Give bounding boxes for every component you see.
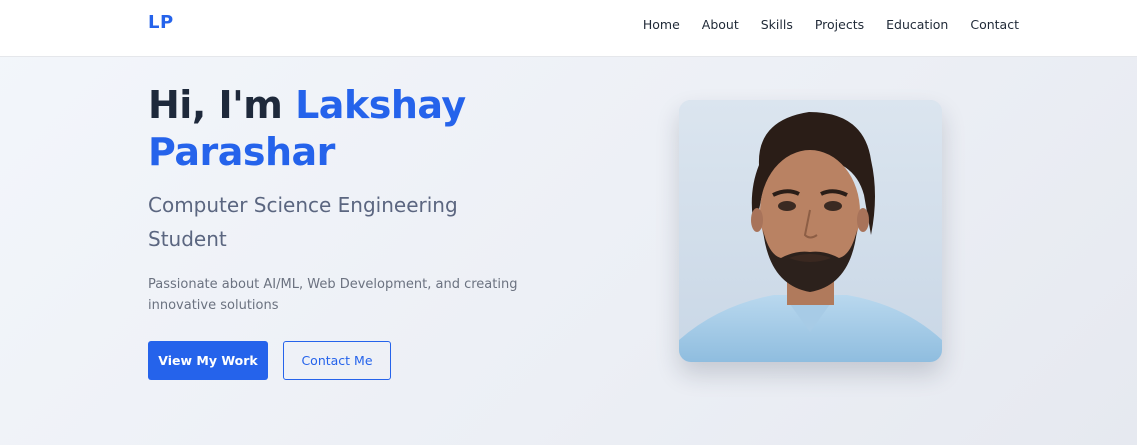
nav-links: Home About Skills Projects Education Con… <box>643 16 1019 34</box>
view-my-work-button[interactable]: View My Work <box>148 341 268 380</box>
navbar: LP Home About Skills Projects Education … <box>0 0 1137 57</box>
nav-link-contact[interactable]: Contact <box>970 17 1019 32</box>
hero-description: Passionate about AI/ML, Web Development,… <box>148 277 518 313</box>
nav-link-projects[interactable]: Projects <box>815 17 864 32</box>
nav-link-skills[interactable]: Skills <box>761 17 793 32</box>
nav-link-about[interactable]: About <box>702 17 739 32</box>
profile-photo <box>679 100 942 362</box>
logo[interactable]: LP <box>148 12 174 33</box>
profile-photo-icon <box>679 100 942 362</box>
contact-me-button[interactable]: Contact Me <box>283 341 391 380</box>
nav-link-education[interactable]: Education <box>886 17 948 32</box>
hero-title: Hi, I'm Lakshay Parashar <box>148 82 568 176</box>
hero-subtitle: Computer Science Engineering Student <box>148 193 458 251</box>
nav-link-home[interactable]: Home <box>643 17 680 32</box>
hero-section: Hi, I'm Lakshay Parashar Computer Scienc… <box>148 82 568 380</box>
hero-greeting: Hi, I'm <box>148 83 296 127</box>
hero-buttons: View My Work Contact Me <box>148 341 568 380</box>
